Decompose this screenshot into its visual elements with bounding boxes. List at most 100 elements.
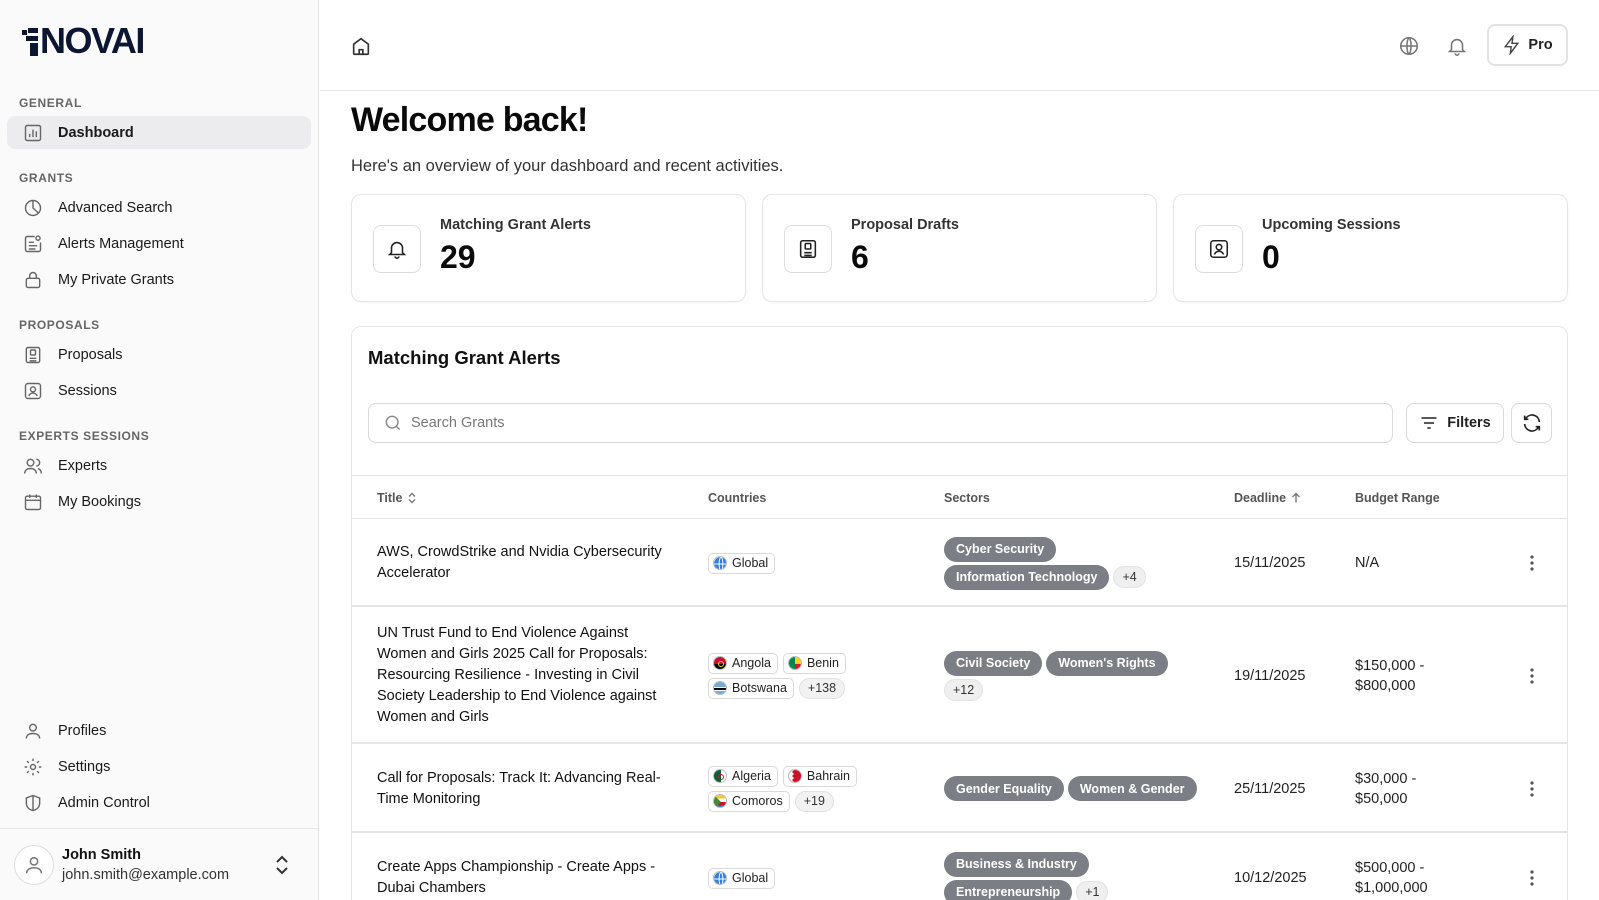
pro-button[interactable]: Pro	[1487, 24, 1568, 66]
page-title: Welcome back!	[351, 101, 588, 139]
country-chip: Comoros	[708, 790, 790, 812]
sidebar-item-advanced-search[interactable]: Advanced Search	[7, 191, 311, 224]
user-menu[interactable]: John Smith john.smith@example.com	[0, 828, 319, 900]
more-vertical-icon[interactable]	[1522, 779, 1542, 799]
table-row[interactable]: UN Trust Fund to End Violence Against Wo…	[352, 607, 1567, 744]
sectors-list: Civil Society Women's Rights +12	[944, 607, 1204, 744]
grant-title[interactable]: AWS, CrowdStrike and Nvidia Cybersecurit…	[377, 519, 667, 607]
country-chip: Global	[708, 552, 776, 574]
country-chip: Bahrain	[782, 765, 858, 787]
sidebar-item-sessions[interactable]: Sessions	[7, 374, 311, 407]
table-body: AWS, CrowdStrike and Nvidia Cybersecurit…	[352, 519, 1567, 900]
country-chip: Angola	[708, 652, 778, 674]
sidebar-item-my-private-grants[interactable]: My Private Grants	[7, 263, 311, 296]
sidebar-item-my-bookings[interactable]: My Bookings	[7, 485, 311, 518]
stat-label: Proposal Drafts	[851, 217, 959, 233]
country-chip: Botswana	[708, 677, 794, 699]
sectors-more-badge[interactable]: +1	[1076, 881, 1109, 900]
column-title[interactable]: Title	[377, 476, 418, 520]
table-row[interactable]: AWS, CrowdStrike and Nvidia Cybersecurit…	[352, 519, 1567, 607]
flag-icon	[787, 769, 802, 783]
refresh-button[interactable]	[1511, 403, 1552, 443]
sidebar-item-label: Proposals	[58, 346, 123, 363]
page-subtitle: Here's an overview of your dashboard and…	[351, 157, 784, 175]
country-name: Angola	[732, 656, 771, 670]
column-sectors: Sectors	[944, 476, 990, 520]
document-icon	[784, 225, 832, 273]
flag-icon	[713, 769, 727, 783]
column-deadline[interactable]: Deadline	[1234, 476, 1302, 520]
more-vertical-icon[interactable]	[1522, 666, 1542, 686]
sidebar-item-profiles[interactable]: Profiles	[7, 714, 311, 747]
nav-section-proposals: PROPOSALS	[19, 318, 100, 332]
refresh-icon	[1523, 414, 1540, 432]
country-name: Algeria	[732, 769, 771, 783]
countries-more-badge[interactable]: +19	[794, 790, 834, 812]
countries-list: Angola Benin Botswana +138	[708, 607, 918, 744]
nav-section-grants: GRANTS	[19, 171, 74, 185]
sidebar-item-label: Settings	[58, 758, 111, 775]
budget-range: N/A	[1355, 519, 1465, 607]
sidebar-item-experts[interactable]: Experts	[7, 449, 311, 482]
home-icon[interactable]	[350, 35, 372, 57]
budget-range: $150,000 - $800,000	[1355, 607, 1465, 744]
country-chip: Benin	[782, 652, 846, 674]
deadline: 15/11/2025	[1234, 555, 1306, 571]
table-row[interactable]: Create Apps Championship - Create Apps -…	[352, 833, 1567, 900]
calendar-icon	[23, 492, 43, 512]
chevrons-up-down-icon[interactable]	[272, 853, 292, 877]
sidebar-item-alerts-management[interactable]: Alerts Management	[7, 227, 311, 260]
grant-title-text: Call for Proposals: Track It: Advancing …	[377, 769, 661, 807]
countries-list: Global	[708, 833, 918, 900]
stat-card-upcoming-sessions[interactable]: Upcoming Sessions 0	[1173, 194, 1568, 302]
filters-button[interactable]: Filters	[1406, 403, 1504, 443]
country-chip: Global	[708, 867, 776, 889]
budget-text: $150,000 - $800,000	[1355, 657, 1425, 694]
user-name: John Smith	[62, 846, 141, 863]
bell-icon	[373, 225, 421, 273]
column-budget: Budget Range	[1355, 476, 1440, 520]
main-content: Welcome back! Here's an overview of your…	[351, 91, 1568, 900]
table-header: Title Countries Sectors Deadline Budget …	[352, 475, 1567, 520]
sectors-more-badge[interactable]: +12	[944, 678, 984, 701]
search-input[interactable]	[411, 415, 1311, 431]
sectors-more-badge[interactable]: +4	[1113, 566, 1146, 588]
user-square-icon	[1195, 225, 1243, 273]
chart-bar-icon	[23, 123, 43, 143]
more-vertical-icon[interactable]	[1522, 553, 1542, 573]
deadline: 19/11/2025	[1234, 667, 1306, 684]
countries-more-badge[interactable]: +138	[798, 677, 846, 699]
more-vertical-icon[interactable]	[1522, 868, 1542, 888]
lightning-icon	[1502, 35, 1522, 55]
flag-icon	[713, 794, 727, 808]
table-row[interactable]: Call for Proposals: Track It: Advancing …	[352, 744, 1567, 833]
stat-label: Matching Grant Alerts	[440, 217, 591, 233]
brand-name: NOVAI	[40, 20, 145, 61]
lock-icon	[23, 270, 43, 290]
globe-icon[interactable]	[1398, 35, 1420, 57]
column-budget-label: Budget Range	[1355, 491, 1440, 505]
budget-text: N/A	[1355, 555, 1380, 571]
sector-chip: Gender Equality	[944, 776, 1064, 801]
bell-icon[interactable]	[1446, 35, 1468, 57]
grant-title[interactable]: UN Trust Fund to End Violence Against Wo…	[377, 607, 667, 744]
panel-title: Matching Grant Alerts	[368, 347, 561, 368]
stat-card-matching-alerts[interactable]: Matching Grant Alerts 29	[351, 194, 746, 302]
matching-grant-alerts-panel: Matching Grant Alerts Filters Title Coun…	[351, 326, 1568, 900]
grant-title[interactable]: Create Apps Championship - Create Apps -…	[377, 833, 667, 900]
grant-title[interactable]: Call for Proposals: Track It: Advancing …	[377, 744, 667, 833]
budget-text: $500,000 - $1,000,000	[1355, 860, 1428, 896]
sidebar-item-label: Alerts Management	[58, 235, 184, 252]
gear-icon	[23, 757, 43, 777]
sidebar-item-settings[interactable]: Settings	[7, 750, 311, 783]
sector-chip: Women & Gender	[1067, 776, 1197, 801]
sidebar-item-proposals[interactable]: Proposals	[7, 338, 311, 371]
sidebar-item-admin-control[interactable]: Admin Control	[7, 786, 311, 819]
sidebar-item-dashboard[interactable]: Dashboard	[7, 116, 311, 149]
stat-card-proposal-drafts[interactable]: Proposal Drafts 6	[762, 194, 1157, 302]
brand-logo[interactable]: NOVAI	[22, 20, 145, 61]
budget-text: $30,000 - $50,000	[1355, 770, 1417, 807]
logo-mark-icon	[22, 26, 38, 56]
stat-value: 6	[851, 239, 869, 275]
pie-chart-icon	[23, 198, 43, 218]
